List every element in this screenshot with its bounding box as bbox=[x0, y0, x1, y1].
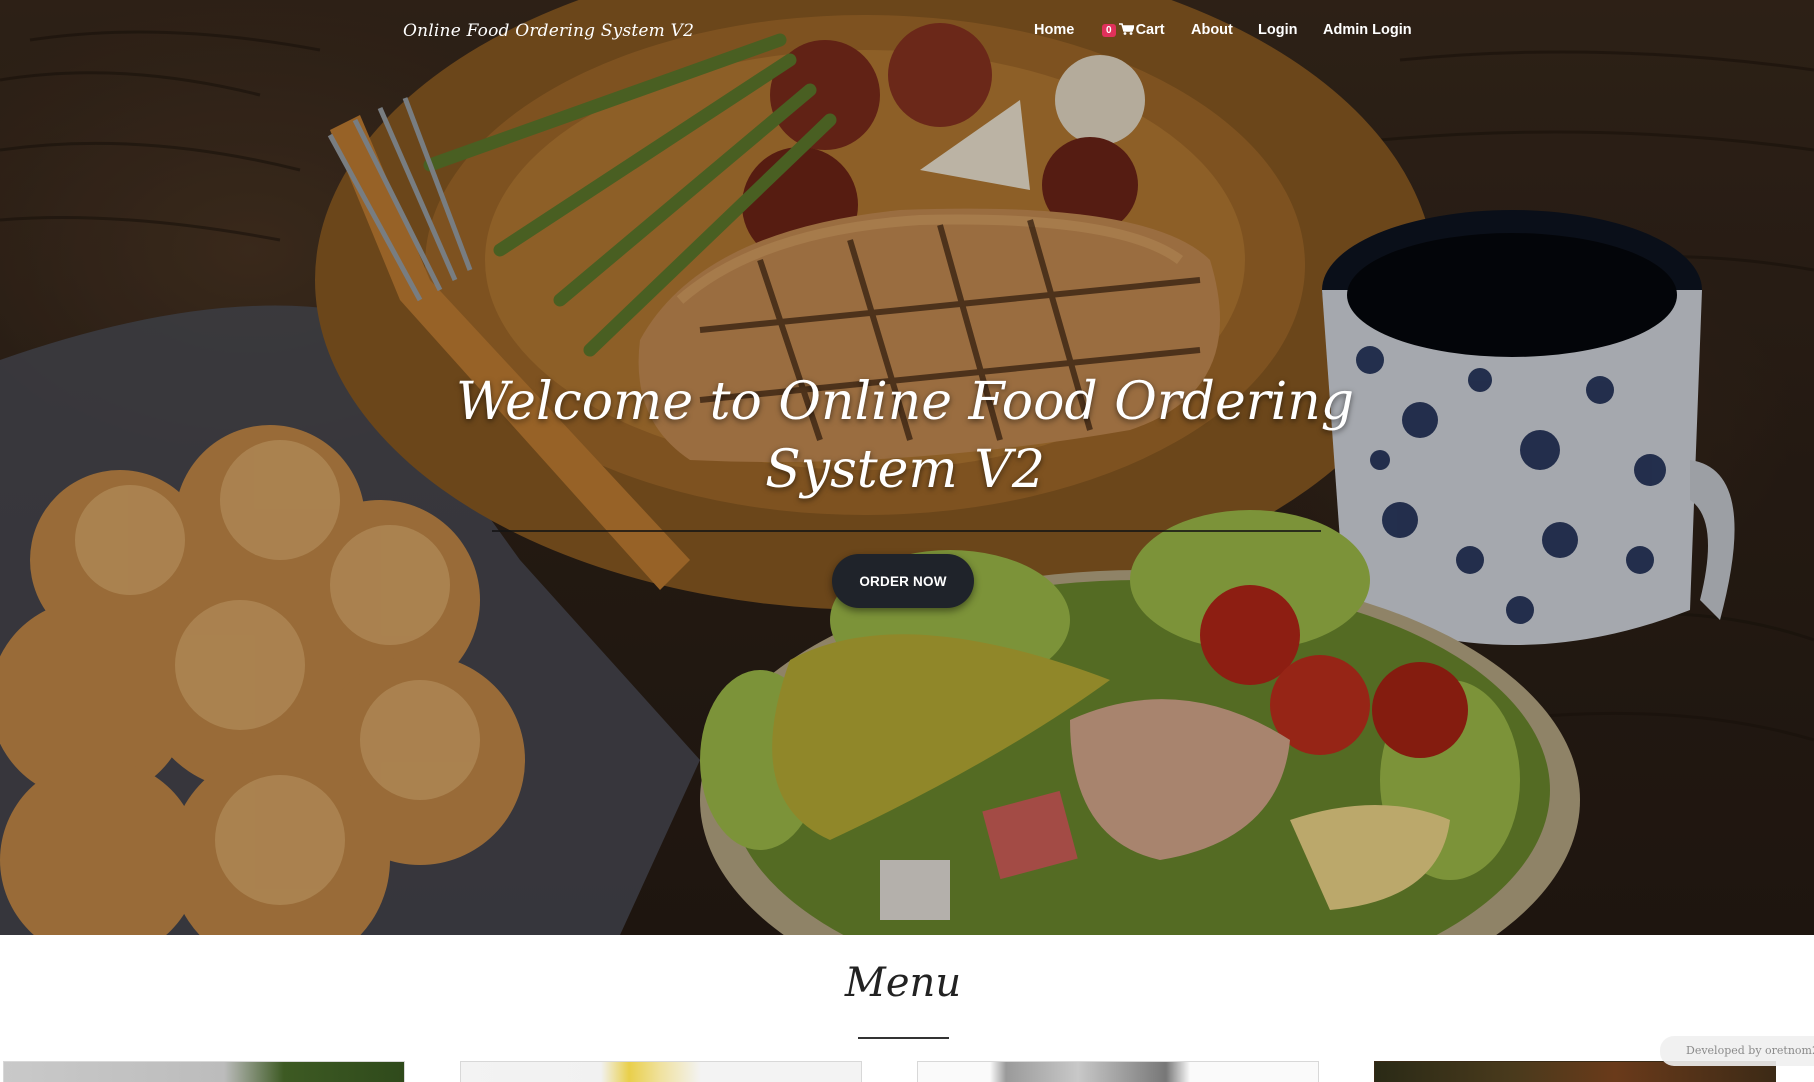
developer-credit-badge: Developed by oretnom23 bbox=[1660, 1036, 1814, 1066]
menu-section-title: Menu bbox=[844, 960, 962, 1006]
nav-login[interactable]: Login bbox=[1258, 22, 1297, 38]
hero-title-line1: Welcome to Online Food Ordering bbox=[455, 372, 1355, 432]
order-now-button[interactable]: ORDER NOW bbox=[832, 554, 974, 608]
menu-card[interactable] bbox=[460, 1061, 862, 1082]
hero-title-line2: System V2 bbox=[765, 440, 1045, 500]
nav-about[interactable]: About bbox=[1191, 22, 1233, 38]
nav-home[interactable]: Home bbox=[1034, 22, 1074, 38]
shopping-cart-icon bbox=[1118, 23, 1134, 35]
hero-title: Welcome to Online Food Ordering System V… bbox=[440, 368, 1370, 504]
main-nav: Home 0 Cart About Login Admin Login bbox=[0, 22, 1814, 46]
nav-admin-login[interactable]: Admin Login bbox=[1323, 22, 1412, 38]
hero-divider bbox=[492, 530, 1321, 532]
menu-card[interactable] bbox=[917, 1061, 1319, 1082]
menu-title-underline bbox=[858, 1037, 949, 1039]
menu-card[interactable] bbox=[3, 1061, 405, 1082]
nav-cart-label: Cart bbox=[1135, 22, 1165, 38]
nav-cart[interactable]: 0 Cart bbox=[1102, 22, 1165, 38]
cart-count-badge: 0 bbox=[1102, 24, 1116, 37]
